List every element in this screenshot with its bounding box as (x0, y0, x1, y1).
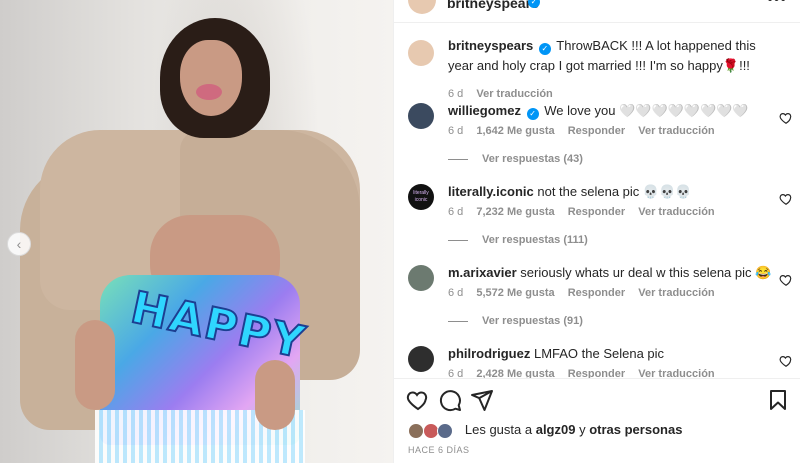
caption-text-block: britneyspears ✓ ThrowBACK !!! A lot happ… (448, 36, 783, 76)
comment-text-block: m.arixavier seriously whats ur deal w th… (448, 263, 783, 283)
caption-translate[interactable]: Ver traducción (476, 88, 552, 100)
translate-button[interactable]: Ver traducción (638, 287, 714, 299)
reply-button[interactable]: Responder (568, 368, 625, 378)
avatar-logo-text: literally iconic (413, 190, 429, 203)
post-header: britneyspears ✓ ••• (394, 0, 800, 23)
view-replies-label: Ver respuestas (43) (482, 153, 583, 165)
comment-username[interactable]: williegomez (448, 103, 521, 118)
comment-avatar[interactable]: literally iconic (408, 184, 434, 210)
translate-button[interactable]: Ver traducción (638, 125, 714, 137)
author-avatar[interactable] (408, 0, 436, 14)
reply-button[interactable]: Responder (568, 206, 625, 218)
comment-text: not the selena pic 💀💀💀 (537, 184, 692, 199)
reply-button[interactable]: Responder (568, 125, 625, 137)
heart-icon[interactable] (779, 192, 793, 206)
comment-time: 6 d (448, 287, 464, 299)
reply-button[interactable]: Responder (568, 287, 625, 299)
heart-icon[interactable] (779, 111, 793, 125)
view-replies[interactable]: Ver respuestas (111) (448, 234, 588, 246)
view-replies[interactable]: Ver respuestas (43) (448, 153, 583, 165)
caption-avatar[interactable] (408, 40, 434, 66)
chevron-left-icon[interactable]: ‹ (7, 232, 31, 256)
caption-username[interactable]: britneyspears (448, 38, 533, 53)
comment-text-block: literally.iconic not the selena pic 💀💀💀 (448, 182, 783, 202)
comment-likes[interactable]: 5,572 Me gusta (476, 287, 554, 299)
view-replies[interactable]: Ver respuestas (91) (448, 315, 583, 327)
comments-list: britneyspears ✓ ThrowBACK !!! A lot happ… (394, 23, 800, 378)
comment-likes[interactable]: 7,232 Me gusta (476, 206, 554, 218)
comment-username[interactable]: philrodriguez (448, 346, 530, 361)
more-horizontal-icon[interactable]: ••• (767, 0, 787, 9)
post-photo[interactable]: HAPPY ‹ (0, 0, 393, 463)
heart-icon[interactable] (779, 354, 793, 368)
photo-hand-right (255, 360, 295, 430)
view-replies-label: Ver respuestas (91) (482, 315, 583, 327)
comment-time: 6 d (448, 206, 464, 218)
photo-face (180, 40, 242, 116)
comment-text-block: philrodriguez LMFAO the Selena pic (448, 344, 783, 364)
comment-likes[interactable]: 1,642 Me gusta (476, 125, 554, 137)
translate-button[interactable]: Ver traducción (638, 368, 714, 378)
translate-button[interactable]: Ver traducción (638, 206, 714, 218)
comment-meta: 6 d 7,232 Me gusta Responder Ver traducc… (448, 206, 725, 218)
replies-line (448, 158, 468, 160)
comments-panel: britneyspears ✓ ••• britneyspears ✓ Thro… (393, 0, 800, 464)
likes-summary: Les gusta a algz09 y otras personas (408, 422, 682, 439)
heart-icon[interactable] (779, 273, 793, 287)
comment-username[interactable]: literally.iconic (448, 184, 534, 199)
liker-avatar (422, 422, 439, 439)
post-actions: Les gusta a algz09 y otras personas HACE… (394, 378, 800, 464)
view-replies-label: Ver respuestas (111) (482, 234, 588, 246)
comment-text: LMFAO the Selena pic (533, 346, 665, 361)
comment-meta: 6 d 2,428 Me gusta Responder Ver traducc… (448, 368, 725, 378)
comment-avatar[interactable] (408, 346, 434, 372)
send-icon[interactable] (470, 388, 494, 412)
likes-prefix: Les gusta a (464, 422, 533, 437)
bookmark-icon[interactable] (766, 388, 790, 412)
comment-username[interactable]: m.arixavier (448, 265, 517, 280)
comment-text-block: williegomez ✓ We love you 🤍🤍🤍🤍🤍🤍🤍🤍 (448, 101, 783, 121)
caption-time: 6 d (448, 88, 464, 100)
comment-meta: 6 d 5,572 Me gusta Responder Ver traducc… (448, 287, 725, 299)
comment-avatar[interactable] (408, 103, 434, 129)
comment-meta: 6 d 1,642 Me gusta Responder Ver traducc… (448, 125, 725, 137)
replies-line (448, 239, 468, 241)
likes-user[interactable]: algz09 (536, 422, 576, 437)
likes-others[interactable]: otras personas (589, 422, 682, 437)
post-date[interactable]: HACE 6 DÍAS (408, 445, 470, 455)
comment-likes[interactable]: 2,428 Me gusta (476, 368, 554, 378)
verified-badge-icon: ✓ (538, 43, 551, 55)
comment-time: 6 d (448, 368, 464, 378)
liker-avatar (437, 422, 454, 439)
author-username[interactable]: britneyspears (447, 0, 539, 11)
liker-avatar (408, 422, 424, 439)
photo-hand-left (75, 320, 115, 410)
replies-line (448, 320, 468, 322)
comment-text: We love you 🤍🤍🤍🤍🤍🤍🤍🤍 (544, 103, 749, 118)
heart-icon[interactable] (406, 388, 430, 412)
verified-badge-icon: ✓ (526, 108, 539, 120)
comment-text: seriously whats ur deal w this selena pi… (520, 265, 772, 280)
caption-meta: 6 d Ver traducción (448, 88, 563, 100)
comment-icon[interactable] (438, 388, 462, 412)
comment-time: 6 d (448, 125, 464, 137)
photo-lips (196, 84, 222, 100)
comment-avatar[interactable] (408, 265, 434, 291)
likes-conj: y (579, 422, 586, 437)
